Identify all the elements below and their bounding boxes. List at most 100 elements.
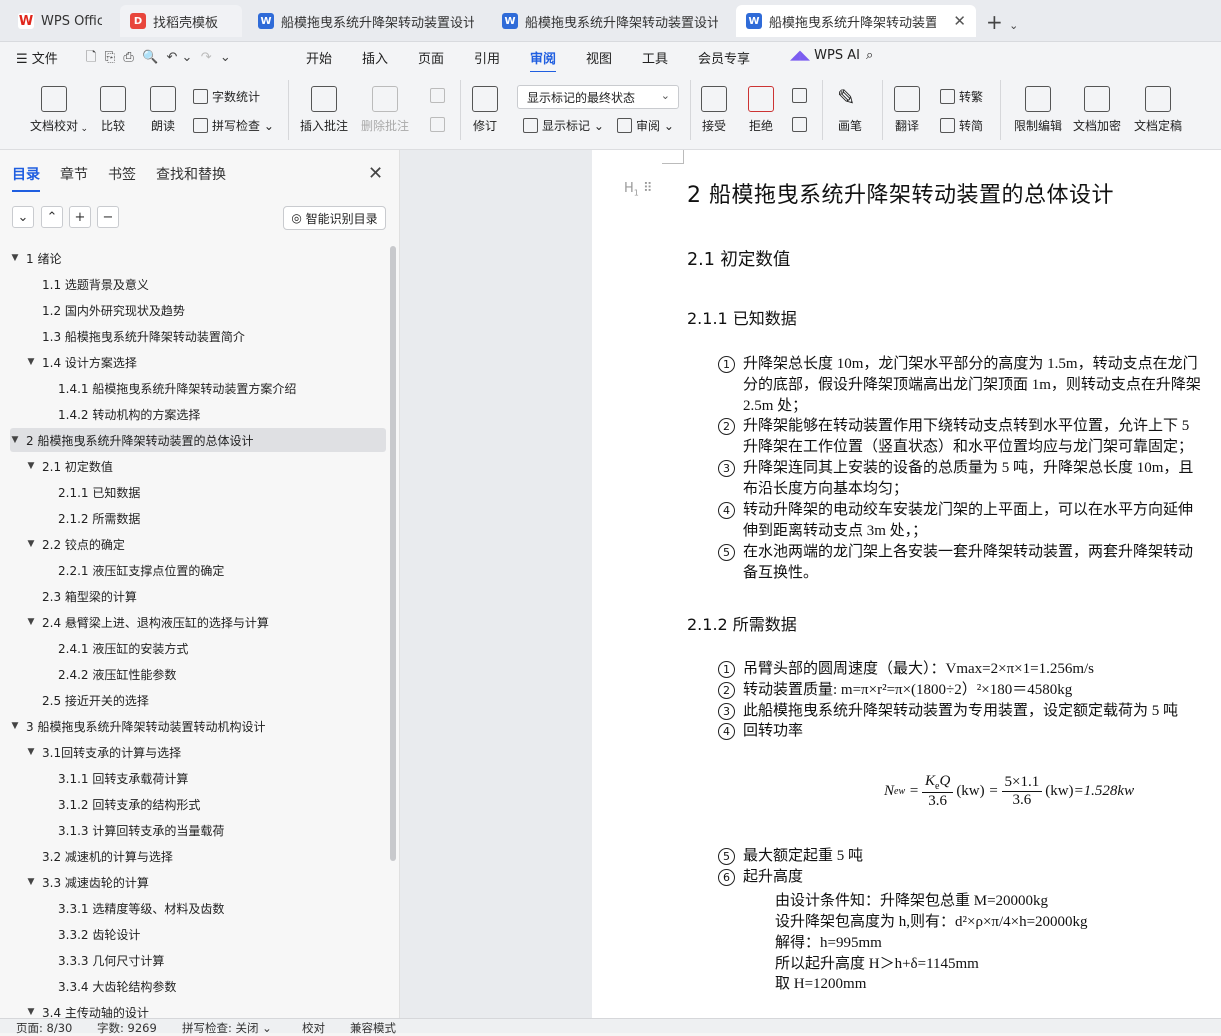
toc-item[interactable]: 3.3.1 选精度等级、材料及齿数 [10,896,386,920]
remove-heading-button[interactable]: − [97,206,119,228]
spell-check-button[interactable]: 拼写检查 ⌄ [193,117,274,134]
translate-button[interactable]: 翻译 [894,86,920,134]
toc-item[interactable]: 1.4.2 转动机构的方案选择 [10,402,386,426]
search-icon[interactable]: ⌕ [866,48,873,63]
caret-down-icon[interactable]: ▼ [26,539,36,549]
caret-down-icon[interactable]: ▼ [10,253,20,263]
finalize-button[interactable]: 文档定稿 [1134,86,1182,134]
toc-item[interactable]: 2.4.2 液压缸性能参数 [10,662,386,686]
insert-comment-button[interactable]: 插入批注 [300,86,348,134]
document-page[interactable]: H1 ⠿ 2 船模拖曳系统升降架转动装置的总体设计 2.1 初定数值 2.1.1… [592,150,1221,1018]
menu-start[interactable]: 开始 [306,48,332,67]
toc-item[interactable]: ▼ 2.4 悬臂梁上进、退构液压缸的选择与计算 [10,610,386,634]
tab-document-active[interactable]: W 船模拖曳系统升降架转动装置 ✕ [736,5,976,37]
menu-page[interactable]: 页面 [418,48,444,67]
doc-check-button[interactable]: 文档校对 ⌄ [30,86,88,134]
tab-bookmarks[interactable]: 书签 [108,164,136,184]
toc-item[interactable]: ▼ 3.3 减速齿轮的计算 [10,870,386,894]
prev-change-button[interactable] [792,88,811,103]
toc-item[interactable]: 2.2.1 液压缸支撑点位置的确定 [10,558,386,582]
toc-item[interactable]: 3.1.3 计算回转支承的当量载荷 [10,818,386,842]
toc-item[interactable]: ▼ 2.2 铰点的确定 [10,532,386,556]
to-simplified-button[interactable]: 转简 [940,117,983,134]
wps-ai-button[interactable]: ◢◣ WPS AI [790,48,860,63]
restrict-edit-button[interactable]: 限制编辑 [1014,86,1062,134]
read-aloud-button[interactable]: 朗读 [150,86,176,134]
toc-item[interactable]: 2.1.2 所需数据 [10,506,386,530]
toc-item[interactable]: 2.5 接近开关的选择 [10,688,386,712]
menu-review[interactable]: 审阅 [530,48,557,73]
quick-access-toolbar[interactable]: 🗋 ⎘ ⎙ 🔍 ↶ ⌄ ↷ ⌄ [86,48,231,70]
tab-find-replace[interactable]: 查找和替换 [156,164,226,184]
heading-marker[interactable]: H1 ⠿ [624,181,653,198]
next-comment-button[interactable] [430,117,449,132]
caret-down-icon[interactable]: ▼ [26,747,36,757]
toc-item[interactable]: 1.3 船模拖曳系统升降架转动装置简介 [10,324,386,348]
expand-down-button[interactable]: ⌄ [12,206,34,228]
word-count-button[interactable]: 字数统计 [193,88,260,105]
markup-state-select[interactable]: 显示标记的最终状态 ⌄ [517,85,679,109]
review-pane-button[interactable]: 审阅 ⌄ [617,117,674,134]
tab-toc[interactable]: 目录 [12,164,40,192]
compare-button[interactable]: 比较 [100,86,126,134]
toc-item[interactable]: ▼ 1.4 设计方案选择 [10,350,386,374]
spell-check-indicator[interactable]: 拼写检查: 关闭 ⌄ [182,1020,272,1036]
prev-comment-button[interactable] [430,88,449,103]
toc-item[interactable]: 2.4.1 液压缸的安装方式 [10,636,386,660]
toc-item[interactable]: 3.3.3 几何尺寸计算 [10,948,386,972]
toc-item[interactable]: 3.3.4 大齿轮结构参数 [10,974,386,998]
menu-insert[interactable]: 插入 [362,48,388,67]
toc-item[interactable]: ▼ 3.4 主传动轴的设计 [10,1000,386,1019]
encrypt-button[interactable]: 文档加密 [1073,86,1121,134]
show-markup-button[interactable]: 显示标记 ⌄ [523,117,604,134]
caret-down-icon[interactable]: ▼ [10,435,20,445]
close-icon[interactable]: ✕ [368,163,383,184]
toc-item[interactable]: ▼ 2 船模拖曳系统升降架转动装置的总体设计 [10,428,386,452]
tab-document-1[interactable]: W 船模拖曳系统升降架转动装置设计 任 [248,5,484,37]
delete-comment-button[interactable]: 删除批注 [361,86,409,134]
toc-item[interactable]: 1.4.1 船模拖曳系统升降架转动装置方案介绍 [10,376,386,400]
toc-scrollbar[interactable] [390,246,396,861]
tab-sections[interactable]: 章节 [60,164,88,184]
toc-item[interactable]: ▼ 3 船模拖曳系统升降架转动装置转动机构设计 [10,714,386,738]
caret-down-icon[interactable]: ▼ [10,721,20,731]
next-change-button[interactable] [792,117,811,132]
menu-references[interactable]: 引用 [474,48,500,67]
collapse-up-button[interactable]: ⌃ [41,206,63,228]
tab-docer-templates[interactable]: D 找稻壳模板 [120,5,242,37]
pen-button[interactable]: ✎ 画笔 [837,86,863,134]
track-changes-button[interactable]: 修订 [472,86,498,134]
toc-item[interactable]: ▼ 1 绪论 [10,246,386,270]
toc-item[interactable]: 1.1 选题背景及意义 [10,272,386,296]
to-traditional-button[interactable]: 转繁 [940,88,983,105]
toc-item[interactable]: ▼ 2.1 初定数值 [10,454,386,478]
caret-down-icon[interactable]: ▼ [26,357,36,367]
smart-toc-button[interactable]: ◎ 智能识别目录 [283,206,386,230]
word-count-indicator[interactable]: 字数: 9269 [97,1020,157,1036]
toc-item[interactable]: 3.2 减速机的计算与选择 [10,844,386,868]
caret-down-icon[interactable]: ▼ [26,877,36,887]
menu-tools[interactable]: 工具 [642,48,668,67]
caret-down-icon[interactable]: ▼ [26,617,36,627]
toc-item[interactable]: 1.2 国内外研究现状及趋势 [10,298,386,322]
reject-button[interactable]: 拒绝 [748,86,774,134]
new-tab-button[interactable]: + ⌄ [986,10,1018,34]
caret-down-icon[interactable]: ▼ [26,461,36,471]
toc-item[interactable]: 3.1.1 回转支承载荷计算 [10,766,386,790]
file-menu[interactable]: ☰ 文件 [16,48,58,67]
toc-item[interactable]: 3.3.2 齿轮设计 [10,922,386,946]
close-icon[interactable]: ✕ [953,12,966,30]
menu-view[interactable]: 视图 [586,48,612,67]
toc-item[interactable]: 3.1.2 回转支承的结构形式 [10,792,386,816]
toc-item[interactable]: 2.3 箱型梁的计算 [10,584,386,608]
toc-item[interactable]: 2.1.1 已知数据 [10,480,386,504]
add-heading-button[interactable]: + [69,206,91,228]
tab-wps-office[interactable]: W WPS Office [8,5,112,37]
proofread-indicator[interactable]: 校对 [302,1020,325,1036]
tab-document-2[interactable]: W 船模拖曳系统升降架转动装置设计 开 [492,5,728,37]
page-indicator[interactable]: 页面: 8/30 [16,1020,72,1036]
caret-down-icon[interactable]: ▼ [26,1007,36,1017]
accept-button[interactable]: 接受 [701,86,727,134]
toc-item[interactable]: ▼ 3.1回转支承的计算与选择 [10,740,386,764]
menu-member[interactable]: 会员专享 [698,48,750,67]
